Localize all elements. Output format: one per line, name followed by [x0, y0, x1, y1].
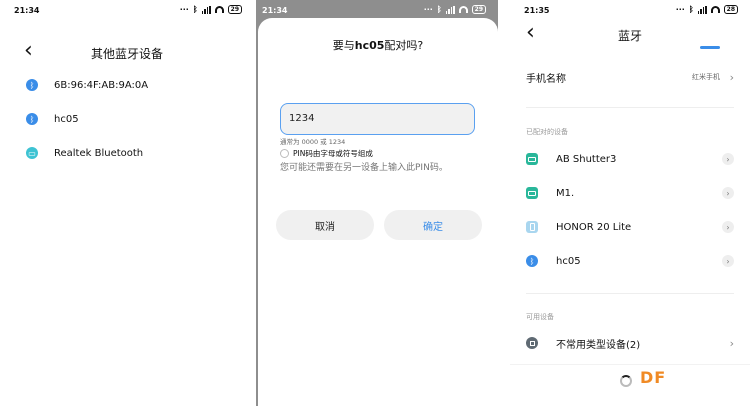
pairing-dialog: 要与hc05配对吗? 1234 通常为 0000 或 1234 PIN码由字母或… [258, 18, 498, 406]
checkbox-label: PIN码由字母或符号组成 [293, 149, 373, 158]
phone-icon [526, 221, 538, 233]
device-name: HONOR 20 Lite [556, 221, 632, 233]
bluetooth-icon: ᛒ [26, 113, 38, 125]
divider [526, 107, 734, 108]
paired-device-row[interactable]: ᛒ hc05 › [510, 244, 750, 278]
more-icon: ··· [179, 5, 189, 14]
battery-icon: 29 [471, 5, 486, 14]
pin-input[interactable]: 1234 [280, 103, 475, 135]
device-name: hc05 [556, 255, 581, 267]
device-name: M1. [556, 187, 575, 199]
paired-device-row[interactable]: AB Shutter3 › [510, 142, 750, 176]
chevron-right-icon[interactable]: › [722, 221, 734, 233]
cancel-button[interactable]: 取消 [276, 210, 374, 240]
other-devices-screen: 21:34 ··· ᛒ 29 ‹ 其他蓝牙设备 ᛒ 6B:96:4F:AB:9A… [0, 0, 254, 406]
chevron-right-icon: › [729, 336, 734, 350]
bluetooth-status-icon: ᛒ [688, 5, 694, 14]
battery-icon: 29 [227, 5, 242, 14]
wifi-icon [458, 6, 468, 13]
phone-name-label: 手机名称 [526, 73, 566, 85]
device-name: hc05 [54, 113, 79, 125]
status-bar: 21:34 ··· ᛒ 29 [0, 0, 254, 22]
device-row-hc05[interactable]: ᛒ hc05 [0, 102, 254, 136]
chevron-right-icon[interactable]: › [722, 187, 734, 199]
page-title: 其他蓝牙设备 [90, 47, 163, 61]
paired-section-header: 已配对的设备 [526, 128, 568, 136]
dialog-title: 要与hc05配对吗? [332, 39, 424, 52]
uncommon-devices-row[interactable]: 不常用类型设备(2) › [510, 326, 750, 360]
device-icon [526, 337, 538, 349]
status-time: 21:34 [14, 6, 40, 15]
status-bar: 21:35 ··· ᛒ 28 [510, 0, 750, 22]
battery-icon: 28 [723, 5, 738, 14]
monitor-icon: ▭ [26, 147, 38, 159]
chevron-right-icon: › [729, 70, 734, 84]
pairing-note: 您可能还需要在另一设备上输入此PIN码。 [280, 163, 448, 173]
loading-spinner-icon [620, 375, 632, 387]
device-name: AB Shutter3 [556, 153, 617, 165]
watermark-logo: DF [640, 368, 667, 387]
more-icon: ··· [423, 5, 433, 14]
divider [510, 364, 750, 365]
keyboard-icon [526, 153, 538, 165]
bluetooth-icon: ᛒ [26, 79, 38, 91]
signal-icon [201, 5, 211, 14]
pairing-screen: 21:34 ··· ᛒ 29 要与hc05配对吗? 1234 通常为 0000 … [256, 0, 498, 406]
device-name: 6B:96:4F:AB:9A:0A [54, 79, 149, 91]
device-row-realtek[interactable]: ▭ Realtek Bluetooth [0, 136, 254, 170]
signal-icon [697, 5, 707, 14]
device-name: Realtek Bluetooth [54, 147, 144, 159]
divider [526, 293, 734, 294]
page-title: 蓝牙 [617, 29, 642, 43]
bluetooth-settings-screen: 21:35 ··· ᛒ 28 ‹ 蓝牙 手机名称 红米手机 › 已配对的设备 A… [510, 0, 750, 406]
bluetooth-status-icon: ᛒ [192, 5, 198, 14]
chevron-right-icon[interactable]: › [722, 255, 734, 267]
more-icon: ··· [675, 5, 685, 14]
ok-button[interactable]: 确定 [384, 210, 482, 240]
phone-name-row[interactable]: 手机名称 红米手机 › [510, 60, 750, 94]
chevron-right-icon[interactable]: › [722, 153, 734, 165]
wifi-icon [710, 6, 720, 13]
scroll-indicator [700, 46, 720, 49]
uncommon-label: 不常用类型设备(2) [556, 339, 641, 351]
available-section-header: 可用设备 [526, 313, 554, 321]
pin-letters-option[interactable]: PIN码由字母或符号组成 [280, 148, 373, 159]
status-time: 21:35 [524, 6, 550, 15]
pin-hint: 通常为 0000 或 1234 [280, 138, 346, 146]
wifi-icon [214, 6, 224, 13]
phone-name-value: 红米手机 [692, 73, 720, 81]
signal-icon [445, 5, 455, 14]
bluetooth-status-icon: ᛒ [436, 5, 442, 14]
bluetooth-icon: ᛒ [526, 255, 538, 267]
paired-device-row[interactable]: M1. › [510, 176, 750, 210]
paired-device-row[interactable]: HONOR 20 Lite › [510, 210, 750, 244]
status-time: 21:34 [262, 6, 288, 15]
device-row-mac[interactable]: ᛒ 6B:96:4F:AB:9A:0A [0, 68, 254, 102]
pin-letters-checkbox[interactable] [280, 149, 289, 158]
keyboard-icon [526, 187, 538, 199]
